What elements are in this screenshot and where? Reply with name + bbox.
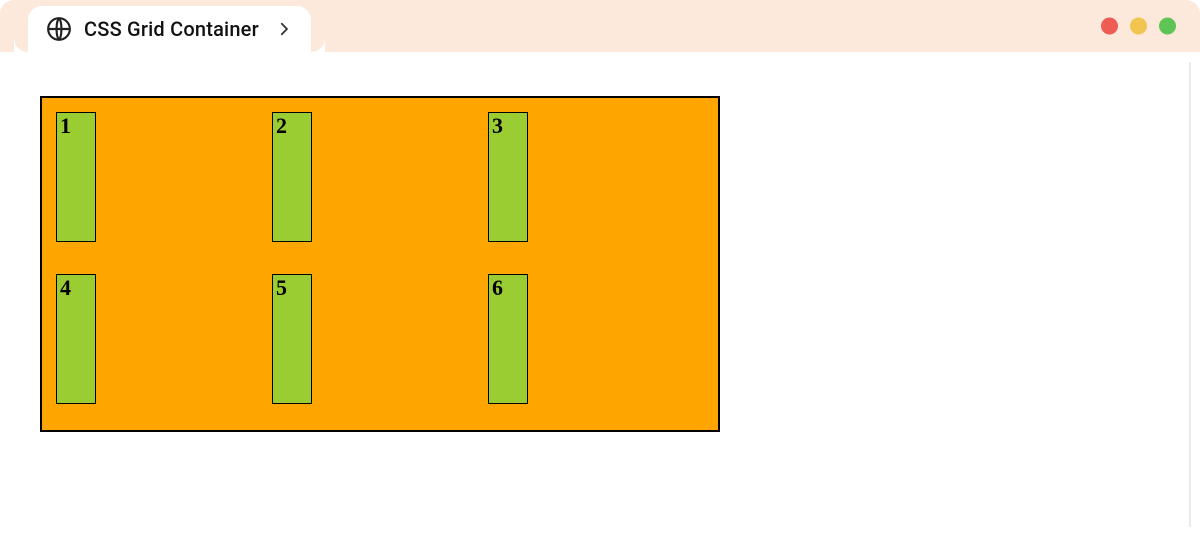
chevron-right-icon	[275, 20, 293, 38]
zoom-icon[interactable]	[1159, 18, 1176, 35]
grid-item: 4	[56, 274, 96, 404]
browser-window: CSS Grid Container 1 2 3 4 5 6	[0, 0, 1200, 543]
grid-item: 5	[272, 274, 312, 404]
grid-item: 1	[56, 112, 96, 242]
css-grid-container: 1 2 3 4 5 6	[40, 96, 720, 432]
minimize-icon[interactable]	[1130, 18, 1147, 35]
scrollbar-track[interactable]	[1189, 62, 1191, 527]
page-content: 1 2 3 4 5 6	[0, 52, 1200, 432]
titlebar: CSS Grid Container	[0, 0, 1200, 52]
window-controls	[1101, 18, 1176, 35]
grid-item: 3	[488, 112, 528, 242]
grid-item: 6	[488, 274, 528, 404]
globe-icon	[46, 16, 72, 42]
grid-item: 2	[272, 112, 312, 242]
tab-title: CSS Grid Container	[84, 17, 259, 41]
close-icon[interactable]	[1101, 18, 1118, 35]
browser-tab[interactable]: CSS Grid Container	[28, 6, 311, 52]
